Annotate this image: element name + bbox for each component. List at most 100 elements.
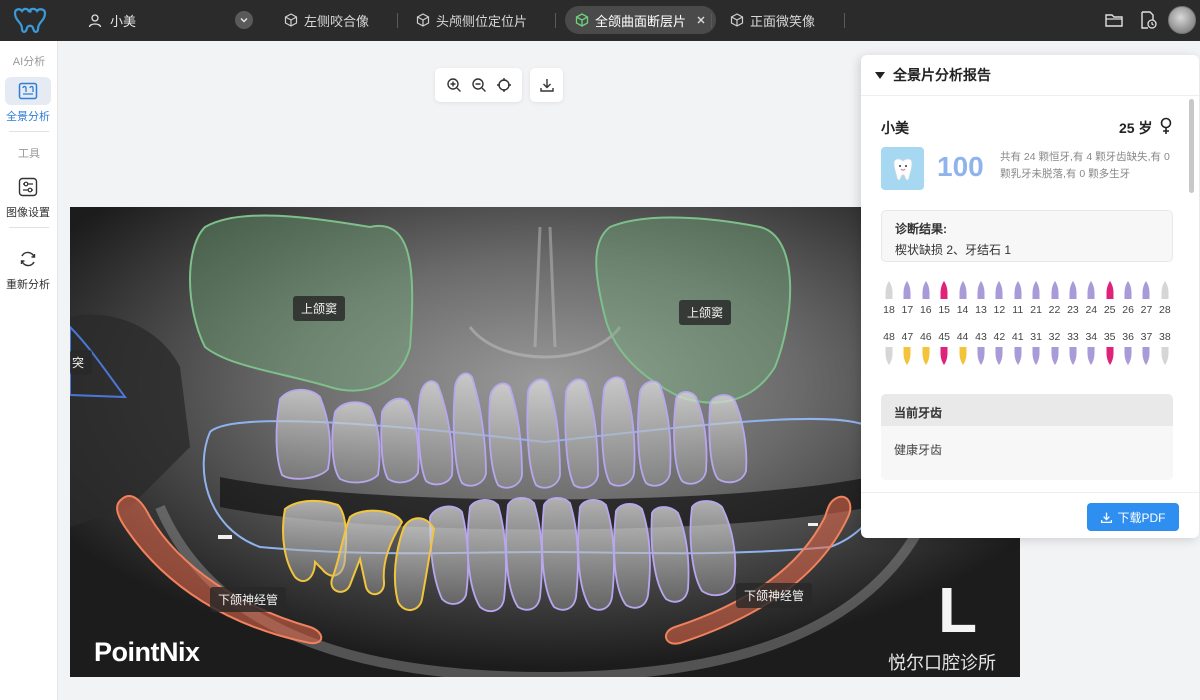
tooth-45[interactable]: 45 <box>936 331 952 366</box>
tooth-28[interactable]: 28 <box>1157 280 1173 316</box>
tooth-healthy-icon <box>995 347 1003 365</box>
tooth-number: 27 <box>1140 304 1153 316</box>
xray-side-marker: L <box>938 574 978 646</box>
tooth-number: 45 <box>938 331 951 343</box>
sidebar-item-panorama-analysis[interactable]: 全景分析 <box>3 77 53 124</box>
tooth-number: 35 <box>1103 331 1116 343</box>
sidebar-item-label: 重新分析 <box>6 279 50 291</box>
zoom-out-icon[interactable] <box>471 77 487 93</box>
tooth-43[interactable]: 43 <box>973 331 989 366</box>
tooth-26[interactable]: 26 <box>1120 280 1136 316</box>
app-logo-icon[interactable] <box>12 7 48 35</box>
tooth-number: 41 <box>1011 331 1024 343</box>
tooth-healthy-icon <box>1032 281 1040 299</box>
tooth-47[interactable]: 47 <box>899 331 915 366</box>
diagnosis-title: 诊断结果: <box>895 222 947 236</box>
tooth-37[interactable]: 37 <box>1138 331 1154 366</box>
tooth-healthy-icon <box>977 281 985 299</box>
current-tooth-box: 当前牙齿 健康牙齿 <box>881 394 1173 480</box>
tooth-healthy-icon <box>1069 347 1077 365</box>
patient-age: 25 岁 <box>1119 120 1153 136</box>
user-dropdown-button[interactable] <box>235 11 253 29</box>
tooth-35[interactable]: 35 <box>1102 331 1118 366</box>
tooth-25[interactable]: 25 <box>1102 280 1118 316</box>
tooth-number: 42 <box>993 331 1006 343</box>
tooth-18[interactable]: 18 <box>881 280 897 316</box>
sidebar-divider <box>9 131 49 132</box>
reset-view-icon[interactable] <box>496 77 512 93</box>
sidebar-section-ai: AI分析 <box>12 56 46 68</box>
tooth-48[interactable]: 48 <box>881 331 897 366</box>
tooth-33[interactable]: 33 <box>1065 331 1081 366</box>
top-bar: 小美 左侧咬合像 头颅侧位定位片 全颌曲面断层片 正面微笑像 <box>0 0 1200 41</box>
report-scrollbar[interactable] <box>1189 99 1194 193</box>
tab-cephalometric[interactable]: 头颅侧位定位片 <box>406 6 537 34</box>
tab-separator <box>711 13 712 28</box>
tooth-34[interactable]: 34 <box>1083 331 1099 366</box>
tooth-treated-icon <box>922 347 930 365</box>
tab-front-smile[interactable]: 正面微笑像 <box>720 6 825 34</box>
download-image-button[interactable] <box>530 68 563 102</box>
diagnosis-text: 楔状缺损 2、牙结石 1 <box>895 243 1012 257</box>
chevron-down-icon <box>240 18 248 23</box>
user-switcher[interactable]: 小美 <box>88 0 136 41</box>
tooth-healthy-icon <box>1142 281 1150 299</box>
tooth-36[interactable]: 36 <box>1120 331 1136 366</box>
tooth-27[interactable]: 27 <box>1138 280 1154 316</box>
tooth-number: 17 <box>901 304 914 316</box>
tooth-number: 18 <box>883 304 895 316</box>
tooth-21[interactable]: 21 <box>1028 280 1044 316</box>
tooth-healthy-icon <box>1014 347 1022 365</box>
tooth-healthy-icon <box>903 281 911 299</box>
tooth-31[interactable]: 31 <box>1028 331 1044 366</box>
user-icon <box>88 13 102 27</box>
tooth-number: 23 <box>1067 304 1079 316</box>
tooth-number: 28 <box>1159 304 1171 316</box>
caret-down-icon[interactable] <box>875 71 885 79</box>
tooth-number: 24 <box>1085 304 1098 316</box>
avatar[interactable] <box>1168 6 1196 34</box>
tooth-41[interactable]: 41 <box>1010 331 1026 366</box>
document-clock-icon[interactable] <box>1138 10 1158 30</box>
label-maxillary-sinus-left: 上颌窦 <box>679 300 732 325</box>
tooth-16[interactable]: 16 <box>918 280 934 316</box>
label-maxillary-sinus-right: 上颌窦 <box>293 296 346 321</box>
tab-panoramic[interactable]: 全颌曲面断层片 <box>565 6 717 34</box>
tooth-38[interactable]: 38 <box>1157 331 1173 366</box>
tooth-13[interactable]: 13 <box>973 280 989 316</box>
tooth-missing-icon <box>885 281 893 299</box>
download-pdf-button[interactable]: 下载PDF <box>1087 503 1179 531</box>
download-icon <box>539 79 554 92</box>
tooth-number: 34 <box>1085 331 1098 343</box>
sidebar-item-reanalyze[interactable]: 重新分析 <box>3 245 53 292</box>
tooth-healthy-icon <box>1124 347 1132 365</box>
tooth-number: 43 <box>975 331 987 343</box>
tooth-22[interactable]: 22 <box>1047 280 1063 316</box>
tooth-12[interactable]: 12 <box>991 280 1007 316</box>
close-icon[interactable] <box>696 15 706 25</box>
tooth-14[interactable]: 14 <box>955 280 971 316</box>
tooth-42[interactable]: 42 <box>991 331 1007 366</box>
tab-left-bite[interactable]: 左侧咬合像 <box>274 6 379 34</box>
tooth-number: 38 <box>1159 331 1171 343</box>
tooth-32[interactable]: 32 <box>1047 331 1063 366</box>
panorama-analysis-icon <box>18 82 38 100</box>
tooth-missing-icon <box>1161 347 1169 365</box>
sidebar-item-image-settings[interactable]: 图像设置 <box>3 173 53 220</box>
tooth-healthy-icon <box>1051 347 1059 365</box>
report-panel-header[interactable]: 全景片分析报告 <box>861 55 1199 96</box>
tooth-11[interactable]: 11 <box>1010 280 1026 316</box>
tooth-24[interactable]: 24 <box>1083 280 1099 316</box>
tooth-46[interactable]: 46 <box>918 331 934 366</box>
tab-label: 头颅侧位定位片 <box>436 13 528 29</box>
tooth-17[interactable]: 17 <box>899 280 915 316</box>
tooth-44[interactable]: 44 <box>955 331 971 366</box>
tooth-23[interactable]: 23 <box>1065 280 1081 316</box>
tooth-15[interactable]: 15 <box>936 280 952 316</box>
xray-clinic-watermark: 悦尔口腔诊所 <box>888 653 996 673</box>
zoom-in-icon[interactable] <box>446 77 462 93</box>
health-score: 100 <box>937 151 984 182</box>
folder-icon[interactable] <box>1104 10 1124 30</box>
report-title: 全景片分析报告 <box>893 67 991 83</box>
tooth-healthy-icon <box>1069 281 1077 299</box>
